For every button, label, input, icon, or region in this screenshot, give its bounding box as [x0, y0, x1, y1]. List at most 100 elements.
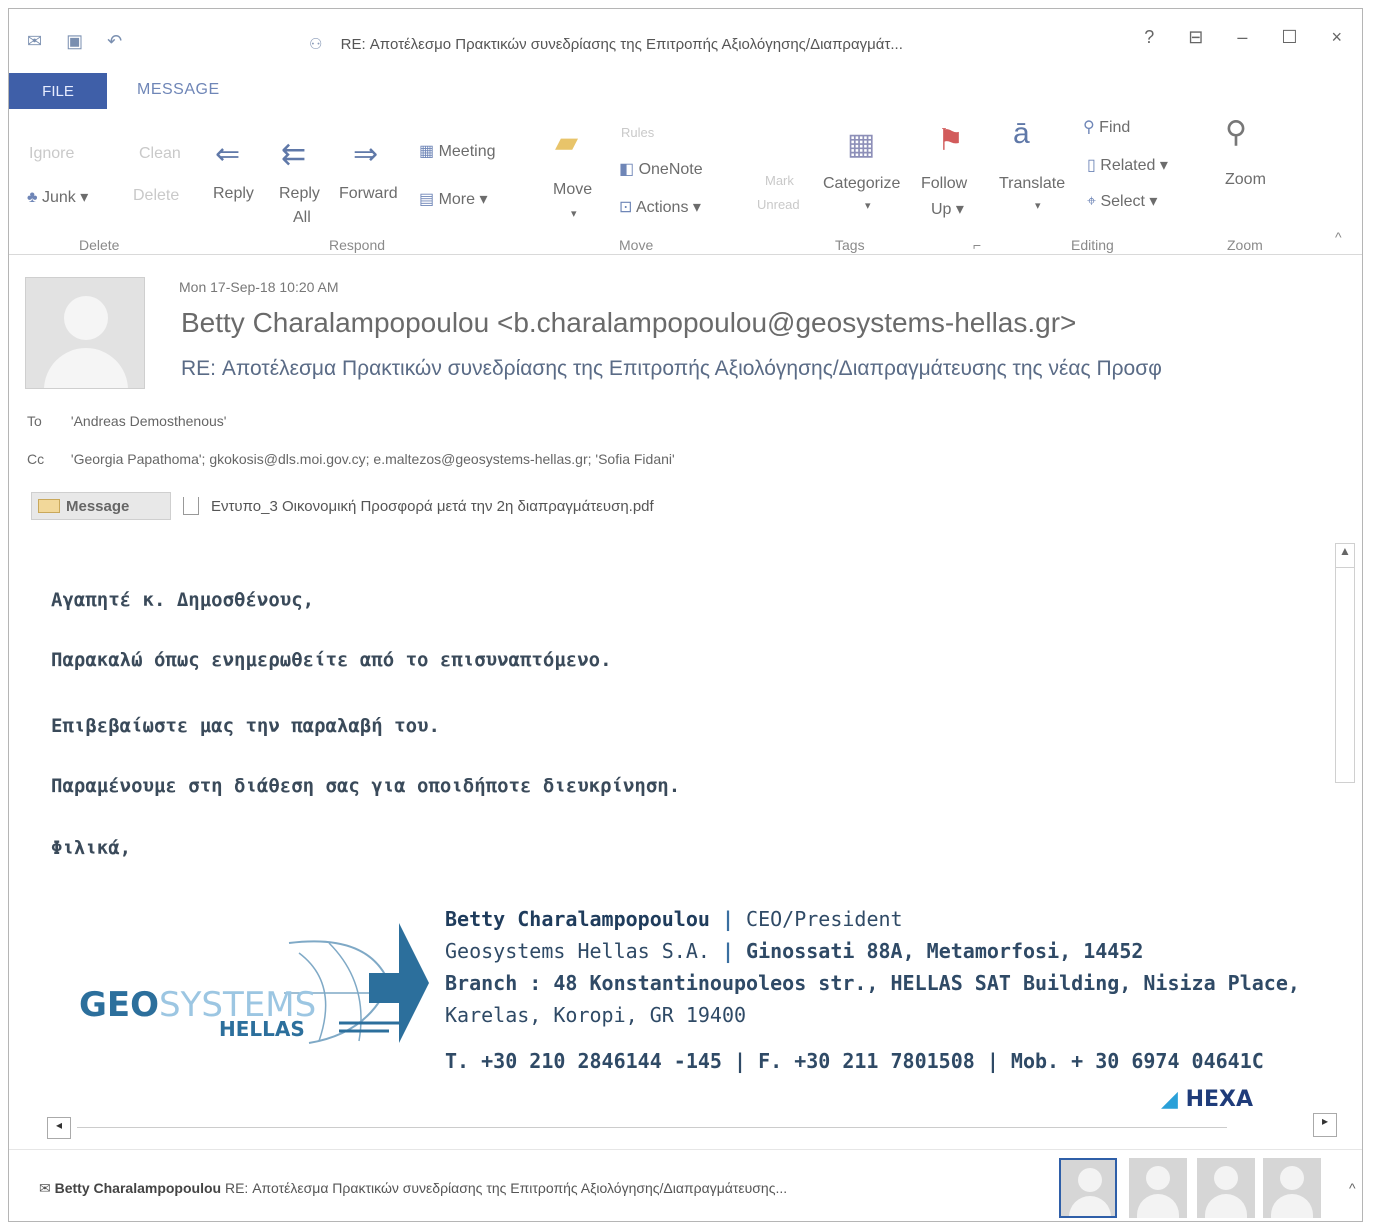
- cc-recipients[interactable]: 'Georgia Papathoma'; gkokosis@dls.moi.go…: [71, 451, 675, 467]
- avatar-head: [64, 296, 108, 340]
- more-icon: ▤: [419, 191, 435, 208]
- meeting-button[interactable]: ▦ Meeting: [419, 141, 496, 161]
- select-button[interactable]: ⌖ Select ▾: [1087, 191, 1157, 211]
- follow-up-button[interactable]: Follow: [921, 175, 967, 193]
- minimize-button[interactable]: –: [1237, 27, 1247, 48]
- person-thumbnail[interactable]: [1059, 1158, 1117, 1218]
- body-closing: Φιλικά,: [51, 837, 132, 859]
- scroll-track[interactable]: [77, 1127, 1227, 1128]
- people-pane-sender: Betty Charalampopoulou: [54, 1180, 222, 1196]
- to-recipients[interactable]: 'Andreas Demosthenous': [71, 413, 227, 429]
- reply-all-button[interactable]: Reply: [279, 185, 320, 203]
- people-pane-collapse[interactable]: ^: [1349, 1180, 1356, 1196]
- logo-hellas: HELLAS: [219, 1017, 305, 1041]
- thumb-body: [1137, 1194, 1179, 1218]
- clean-up-button[interactable]: Clean: [139, 145, 181, 163]
- translate-caret[interactable]: ▾: [1035, 199, 1041, 212]
- related-icon: ▯: [1087, 157, 1096, 174]
- attachment-row: Message Εντυπο_3 Οικονομική Προσφορά μετ…: [31, 491, 654, 521]
- select-icon: ⌖: [1087, 193, 1097, 210]
- scroll-up-arrow-icon[interactable]: ▲: [1336, 544, 1354, 568]
- people-icon: ⚇: [309, 36, 323, 53]
- logo-geo: GEO: [79, 985, 160, 1025]
- close-button[interactable]: ×: [1331, 27, 1342, 48]
- signature-branch: Branch : 48 Konstantinoupoleos str., HEL…: [445, 971, 1300, 995]
- person-thumbnail[interactable]: [1129, 1158, 1187, 1218]
- envelope-icon: ✉: [39, 1180, 51, 1196]
- separator: |: [721, 939, 734, 963]
- scroll-right-arrow-icon[interactable]: ▸: [1313, 1113, 1337, 1137]
- geosystems-logo: GEOSYSTEMS HELLAS: [69, 923, 429, 1053]
- message-tab-button[interactable]: Message: [31, 492, 171, 520]
- thumb-body: [1069, 1196, 1111, 1216]
- scroll-left-arrow-icon[interactable]: ◂: [47, 1117, 71, 1139]
- select-label: Select ▾: [1100, 193, 1158, 210]
- people-pane-summary[interactable]: ✉ Betty Charalampopoulou RE: Αποτέλεσμα …: [39, 1180, 787, 1197]
- person-thumbnail[interactable]: [1263, 1158, 1321, 1218]
- ribbon-display-options-icon[interactable]: ⊟: [1188, 27, 1203, 48]
- to-row: To 'Andreas Demosthenous': [27, 413, 226, 429]
- ignore-button[interactable]: Ignore: [29, 145, 74, 163]
- message-header: Mon 17-Sep-18 10:20 AM Betty Charalampop…: [9, 265, 1362, 535]
- find-button[interactable]: ⚲ Find: [1083, 117, 1130, 137]
- undo-icon[interactable]: ↶: [107, 31, 122, 52]
- group-label-delete: Delete: [79, 237, 120, 253]
- rules-button[interactable]: Rules: [621, 125, 654, 140]
- signature-line-2: Geosystems Hellas S.A. | Ginossati 88A, …: [445, 935, 1300, 967]
- help-button[interactable]: ?: [1144, 27, 1154, 48]
- signature-branch-2: Karelas, Koropi, GR 19400: [445, 1003, 747, 1027]
- follow-up-label-2: Up ▾: [931, 201, 964, 218]
- zoom-button[interactable]: Zoom: [1225, 171, 1266, 189]
- group-label-respond: Respond: [329, 237, 386, 253]
- maximize-button[interactable]: ☐: [1281, 27, 1297, 48]
- sender-avatar[interactable]: [25, 277, 145, 389]
- tab-file[interactable]: FILE: [9, 73, 107, 109]
- signature-line-1: Betty Charalampopoulou | CEO/President: [445, 903, 1300, 935]
- more-respond-button[interactable]: ▤ More ▾: [419, 189, 488, 209]
- onenote-button[interactable]: ◧ OneNote: [619, 159, 703, 179]
- forward-icon: ⇒: [353, 138, 379, 171]
- move-button[interactable]: Move: [553, 181, 592, 199]
- tab-message[interactable]: MESSAGE: [137, 81, 220, 99]
- forward-button[interactable]: Forward: [339, 185, 398, 203]
- reply-button[interactable]: Reply: [213, 185, 254, 203]
- message-body[interactable]: Αγαπητέ κ. Δημοσθένους, Παρακαλώ όπως εν…: [9, 539, 1339, 1109]
- sender-name[interactable]: Betty Charalampopoulou <b.charalampopoul…: [181, 307, 1076, 339]
- people-pane: ✉ Betty Charalampopoulou RE: Αποτέλεσμα …: [9, 1149, 1362, 1221]
- to-label: To: [27, 413, 42, 429]
- attachment-name[interactable]: Εντυπο_3 Οικονομική Προσφορά μετά την 2η…: [211, 498, 654, 515]
- translate-button[interactable]: Translate: [999, 175, 1065, 193]
- zoom-icon: ⚲: [1225, 116, 1247, 149]
- people-pane-subject: RE: Αποτέλεσμα Πρακτικών συνεδρίασης της…: [224, 1180, 788, 1196]
- signature-role: CEO/President: [746, 907, 903, 931]
- junk-button[interactable]: ♣ Junk ▾: [27, 187, 88, 207]
- move-caret[interactable]: ▾: [571, 207, 577, 220]
- separator: |: [721, 907, 734, 931]
- onenote-label: OneNote: [638, 161, 703, 178]
- body-line-2: Επιβεβαίωστε μας την παραλαβή του.: [51, 715, 440, 737]
- collapse-ribbon-button[interactable]: ^: [1335, 229, 1342, 245]
- actions-label: Actions ▾: [635, 199, 701, 216]
- group-label-tags: Tags: [835, 237, 865, 253]
- hexagon-logo: ◢ HEXA: [1161, 1087, 1253, 1109]
- vertical-scrollbar[interactable]: ▲: [1335, 543, 1355, 783]
- person-thumbnail[interactable]: [1197, 1158, 1255, 1218]
- horizontal-scrollbar[interactable]: ◂ ▸: [47, 1113, 1337, 1139]
- mark-unread-button[interactable]: Mark: [765, 173, 794, 188]
- mail-icon[interactable]: ✉: [27, 31, 42, 52]
- message-tab-label: Message: [66, 497, 130, 515]
- delete-button[interactable]: Delete: [133, 187, 179, 205]
- save-icon[interactable]: ▣: [66, 31, 83, 52]
- tags-dialog-launcher[interactable]: ⌐: [973, 237, 981, 253]
- related-label: Related ▾: [1100, 157, 1168, 174]
- categorize-button[interactable]: Categorize: [823, 175, 900, 193]
- thumb-body: [1271, 1194, 1313, 1218]
- categorize-caret[interactable]: ▾: [865, 199, 871, 212]
- junk-label: Junk ▾: [41, 189, 89, 206]
- onenote-icon: ◧: [619, 161, 635, 178]
- related-button[interactable]: ▯ Related ▾: [1087, 155, 1168, 175]
- actions-button[interactable]: ⊡ Actions ▾: [619, 197, 701, 217]
- window-title-text: RE: Αποτέλεσμο Πρακτικών συνεδρίασης της…: [340, 36, 903, 53]
- quick-access-toolbar: ✉ ▣ ↶: [27, 31, 122, 52]
- group-label-move: Move: [619, 237, 654, 253]
